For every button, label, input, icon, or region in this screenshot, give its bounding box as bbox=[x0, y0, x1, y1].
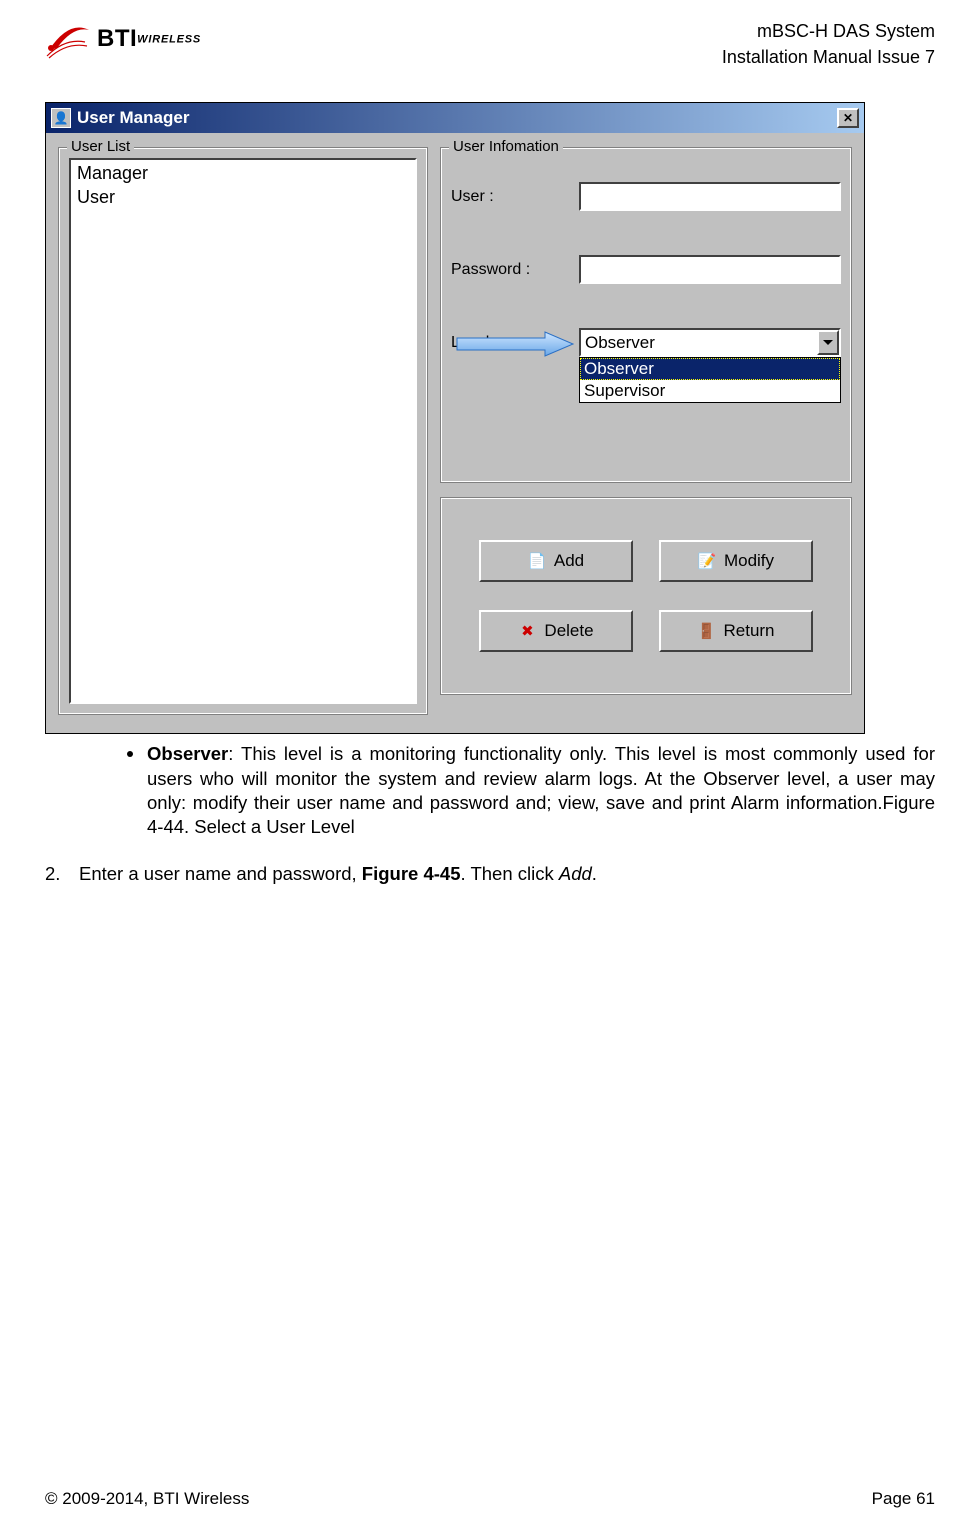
add-icon: 📄 bbox=[528, 552, 546, 570]
level-option-supervisor[interactable]: Supervisor bbox=[580, 380, 840, 402]
step-2: 2. Enter a user name and password, Figur… bbox=[45, 862, 935, 886]
return-button[interactable]: 🚪 Return bbox=[659, 610, 813, 652]
bullet-observer: Observer: This level is a monitoring fun… bbox=[45, 742, 935, 840]
dialog-title: User Manager bbox=[77, 108, 831, 128]
step-number: 2. bbox=[45, 862, 69, 886]
chevron-down-icon[interactable] bbox=[817, 330, 839, 355]
list-item[interactable]: Manager bbox=[77, 162, 409, 185]
screenshot-user-manager: 👤 User Manager ✕ User List Manager User … bbox=[45, 102, 865, 734]
bullet-text: Observer: This level is a monitoring fun… bbox=[147, 742, 935, 840]
arrow-annotation-icon bbox=[455, 330, 575, 358]
user-list[interactable]: Manager User bbox=[69, 158, 417, 704]
user-list-label: User List bbox=[67, 138, 134, 155]
level-option-observer[interactable]: Observer bbox=[580, 358, 840, 380]
logo-swoosh-icon bbox=[45, 18, 93, 60]
close-icon[interactable]: ✕ bbox=[837, 108, 859, 128]
dialog-body: User List Manager User User Infomation U… bbox=[46, 133, 864, 733]
header-line2: Installation Manual Issue 7 bbox=[722, 44, 935, 70]
delete-button[interactable]: ✖ Delete bbox=[479, 610, 633, 652]
password-label: Password : bbox=[451, 261, 579, 279]
header-line1: mBSC-H DAS System bbox=[722, 18, 935, 44]
password-row: Password : bbox=[451, 255, 841, 284]
level-dropdown-list: Observer Supervisor bbox=[579, 357, 841, 403]
button-area: 📄 Add 📝 Modify ✖ Delete 🚪 Return bbox=[440, 497, 852, 695]
list-item[interactable]: User bbox=[77, 186, 409, 209]
return-icon: 🚪 bbox=[697, 622, 715, 640]
user-row: User : bbox=[451, 182, 841, 211]
modify-icon: 📝 bbox=[698, 552, 716, 570]
header-right: mBSC-H DAS System Installation Manual Is… bbox=[722, 18, 935, 70]
delete-icon: ✖ bbox=[518, 622, 536, 640]
level-row: Level : Observer Observer Supervisor bbox=[451, 328, 841, 357]
dialog-user-manager: 👤 User Manager ✕ User List Manager User … bbox=[45, 102, 865, 734]
logo: BTIWIRELESS bbox=[45, 18, 201, 60]
level-combo[interactable]: Observer Observer Supervisor bbox=[579, 328, 841, 357]
step-text: Enter a user name and password, Figure 4… bbox=[79, 862, 597, 886]
user-info-label: User Infomation bbox=[449, 138, 563, 155]
app-icon: 👤 bbox=[51, 108, 71, 128]
logo-text: BTIWIRELESS bbox=[97, 25, 201, 53]
dialog-titlebar[interactable]: 👤 User Manager ✕ bbox=[46, 103, 864, 133]
page-footer: © 2009-2014, BTI Wireless Page 61 bbox=[0, 1489, 980, 1509]
add-button[interactable]: 📄 Add bbox=[479, 540, 633, 582]
user-info-col: User Infomation User : Password : Level … bbox=[440, 147, 852, 715]
bullet-dot-icon bbox=[127, 751, 133, 757]
footer-copyright: © 2009-2014, BTI Wireless bbox=[45, 1489, 249, 1509]
body-text: Observer: This level is a monitoring fun… bbox=[0, 734, 980, 886]
user-list-fieldset: User List Manager User bbox=[58, 147, 428, 715]
footer-page: Page 61 bbox=[872, 1489, 935, 1509]
user-label: User : bbox=[451, 188, 579, 206]
level-selected: Observer bbox=[579, 328, 841, 357]
user-info-fieldset: User Infomation User : Password : Level … bbox=[440, 147, 852, 483]
modify-button[interactable]: 📝 Modify bbox=[659, 540, 813, 582]
password-input[interactable] bbox=[579, 255, 841, 284]
user-input[interactable] bbox=[579, 182, 841, 211]
page-header: BTIWIRELESS mBSC-H DAS System Installati… bbox=[0, 0, 980, 80]
